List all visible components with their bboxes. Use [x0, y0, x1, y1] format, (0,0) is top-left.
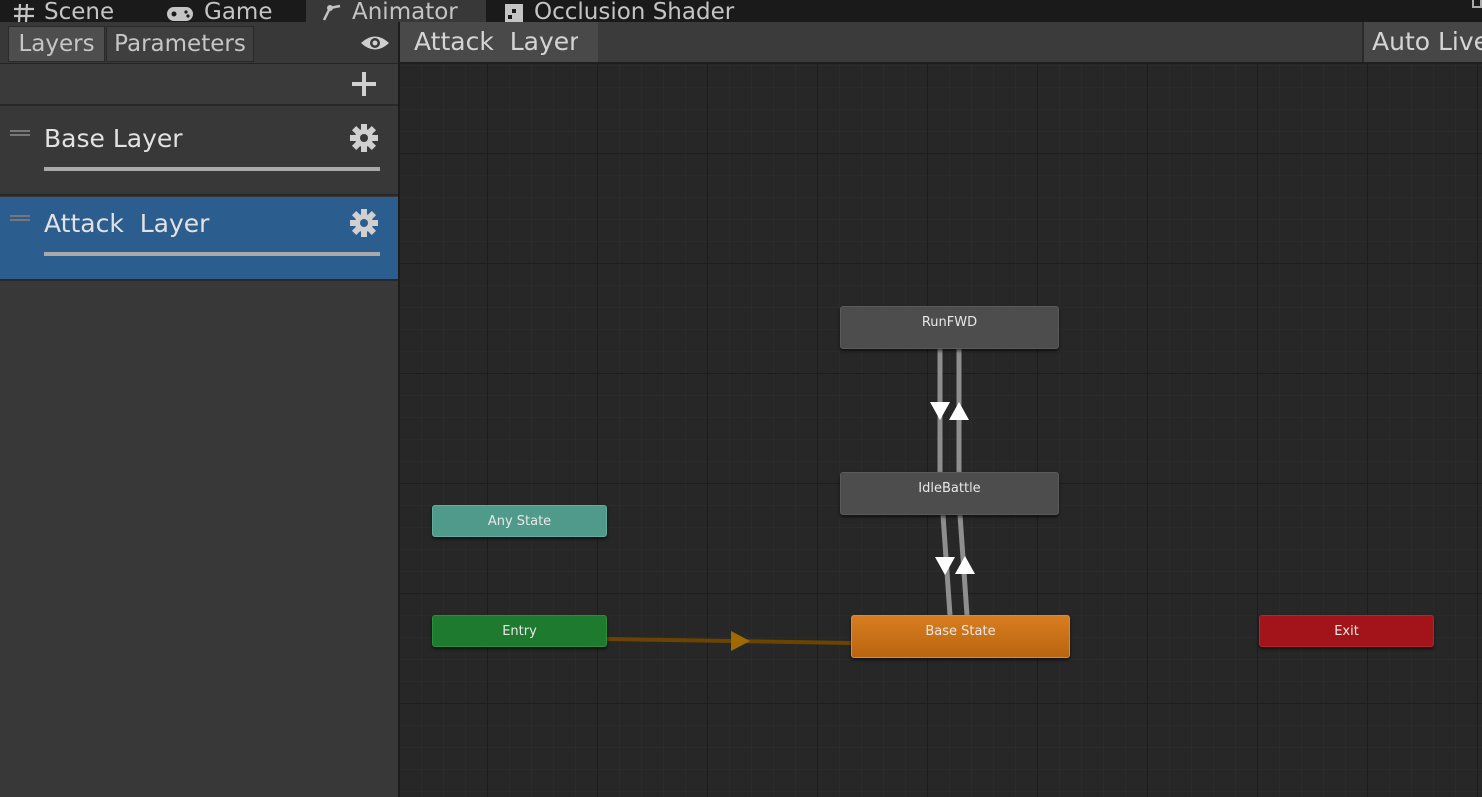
state-node-any-state[interactable]: Any State — [432, 505, 607, 537]
transition-arrow-icon — [955, 556, 975, 574]
gear-icon[interactable] — [350, 209, 378, 241]
state-machine-graph[interactable]: Attack Layer Auto Live Link RunFWD IdleB… — [398, 22, 1482, 797]
shader-icon — [504, 4, 524, 22]
state-node-idlebattle[interactable]: IdleBattle — [840, 472, 1059, 515]
transition-arrow-icon — [731, 631, 750, 651]
tab-label: Game — [204, 0, 273, 23]
editor-tab-bar: Scene Game Animator Occlusion Shader — [0, 0, 1482, 22]
eye-icon[interactable] — [360, 34, 390, 56]
state-node-label: Base State — [925, 624, 996, 639]
transition-arrow-icon — [930, 402, 950, 420]
layer-weight-bar — [44, 167, 380, 171]
layer-item-attack[interactable]: Attack Layer — [0, 197, 398, 281]
layer-item-base[interactable]: Base Layer — [0, 112, 398, 196]
state-node-label: IdleBattle — [918, 481, 981, 496]
tab-label: Scene — [44, 0, 115, 23]
transition-edges — [606, 349, 975, 651]
add-layer-button[interactable] — [349, 69, 379, 99]
state-node-label: Entry — [502, 623, 537, 639]
layers-tab-button[interactable]: Layers — [8, 26, 105, 62]
layer-weight-bar — [44, 252, 380, 256]
layers-panel: Layers Parameters Base Layer Attack Laye… — [0, 22, 398, 797]
state-node-base-state[interactable]: Base State — [851, 615, 1070, 658]
tab-scene[interactable]: Scene — [14, 0, 144, 22]
tab-label: Occlusion Shader — [534, 0, 735, 23]
window-menu-icon[interactable] — [1472, 0, 1482, 8]
state-node-label: Any State — [487, 513, 552, 529]
state-node-label: RunFWD — [921, 315, 978, 330]
tab-game[interactable]: Game — [166, 0, 296, 22]
grid-hash-icon — [14, 4, 34, 22]
drag-handle-icon[interactable] — [10, 215, 30, 221]
add-layer-row — [0, 64, 398, 106]
layer-name: Attack Layer — [44, 209, 210, 238]
tab-animator[interactable]: Animator — [306, 0, 486, 22]
state-node-exit[interactable]: Exit — [1259, 615, 1434, 647]
layers-toolbar: Layers Parameters — [0, 22, 398, 64]
tab-label: Animator — [352, 0, 458, 23]
parameters-tab-button[interactable]: Parameters — [106, 26, 254, 62]
transition-arrow-icon — [949, 402, 969, 420]
tab-occlusion-shader[interactable]: Occlusion Shader — [504, 0, 764, 22]
state-node-label: Exit — [1334, 623, 1359, 639]
transition-entry-to-base[interactable] — [606, 637, 852, 645]
drag-handle-icon[interactable] — [10, 130, 30, 136]
transition-arrow-icon — [935, 557, 955, 575]
state-node-runfwd[interactable]: RunFWD — [840, 306, 1059, 349]
layer-name: Base Layer — [44, 124, 183, 153]
state-node-entry[interactable]: Entry — [432, 615, 607, 647]
gear-icon[interactable] — [350, 124, 378, 156]
gamepad-icon — [166, 6, 194, 22]
animator-icon — [322, 4, 342, 22]
